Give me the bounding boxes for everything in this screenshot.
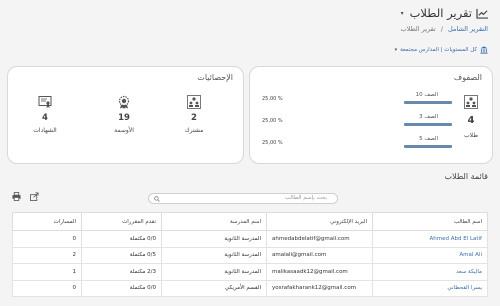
students-list-title: قائمة الطلاب bbox=[444, 172, 488, 181]
stat-badges: 19 الأوسمة bbox=[109, 95, 139, 134]
student-name-link[interactable]: ماليكة سعد bbox=[372, 263, 488, 281]
class-percentage: 25,00 % bbox=[262, 96, 283, 102]
student-search-input[interactable]: بحث بإسم الطالب bbox=[148, 193, 338, 204]
class-name: الصف 3 bbox=[419, 114, 438, 120]
column-header-course-progress[interactable]: تقدم المقررات bbox=[81, 212, 162, 231]
student-tracks: 2 bbox=[12, 246, 82, 264]
student-progress: 0/5 مكتملة bbox=[81, 246, 162, 264]
class-share-bar bbox=[404, 145, 452, 148]
breadcrumb-separator: / bbox=[440, 25, 443, 33]
class-share-bar bbox=[404, 101, 452, 104]
scope-filter-label: كل المستويات | المدارس مجتمعة bbox=[400, 47, 477, 53]
column-header-student-name[interactable]: اسم الطالب bbox=[372, 212, 488, 231]
breadcrumb-overall-report[interactable]: التقرير الشامل bbox=[448, 25, 488, 33]
stat-certificates: 4 الشهادات bbox=[30, 95, 60, 134]
student-progress: 0/0 مكتملة bbox=[81, 279, 162, 297]
student-school: القسم الأمريكي bbox=[161, 279, 267, 297]
breadcrumb: التقرير الشامل / تقرير الطلاب bbox=[400, 25, 488, 33]
statistics-card: الإحصائيات 2 مشترك 19 الأوسمة 4 الشهادات bbox=[7, 66, 244, 164]
search-icon bbox=[154, 196, 160, 202]
page-title: تقرير الطلاب bbox=[409, 6, 472, 20]
stat-value: 19 bbox=[118, 113, 130, 123]
stat-value: 4 bbox=[42, 113, 48, 123]
students-table: اسم الطالب البريد الإلكتروني اسم المدرسة… bbox=[12, 212, 488, 297]
class-percentage: 25,00 % bbox=[262, 140, 283, 146]
stat-label: مشترك bbox=[184, 127, 204, 134]
class-row: الصف 5 25,00 % bbox=[262, 136, 452, 149]
class-name: الصف 10 bbox=[415, 92, 438, 98]
student-tracks: 0 bbox=[12, 230, 82, 248]
institution-icon bbox=[480, 46, 488, 54]
table-row: ماليكة سعد malikasaadk12@gmail.com المدر… bbox=[12, 263, 488, 281]
classes-card-title: الصفوف bbox=[453, 73, 482, 82]
table-tools bbox=[12, 192, 39, 201]
column-header-email[interactable]: البريد الإلكتروني bbox=[266, 212, 373, 231]
student-school: المدرسة الثانوية bbox=[161, 246, 267, 264]
student-tracks: 1 bbox=[12, 263, 82, 281]
student-email: yosrafakharank12@gmail.com bbox=[266, 279, 373, 297]
student-email: amalali@gmail.com bbox=[266, 246, 373, 264]
students-count-label: طلاب bbox=[464, 132, 479, 139]
certificate-icon bbox=[38, 96, 52, 108]
users-icon bbox=[187, 95, 201, 109]
share-icon[interactable] bbox=[30, 192, 39, 201]
student-progress: 0/0 مكتملة bbox=[81, 230, 162, 248]
student-school: المدرسة الثانوية bbox=[161, 263, 267, 281]
page-header: تقرير الطلاب ▾ bbox=[401, 6, 489, 20]
badge-icon bbox=[118, 95, 130, 109]
class-row: الصف 10 25,00 % bbox=[262, 92, 452, 105]
classes-card: الصفوف 4 طلاب الصف 10 25,00 % الصف 3 25,… bbox=[249, 66, 493, 164]
student-tracks: 0 bbox=[12, 279, 82, 297]
table-row: Amal Ali amalali@gmail.com المدرسة الثان… bbox=[12, 246, 488, 264]
table-header-row: اسم الطالب البريد الإلكتروني اسم المدرسة… bbox=[12, 212, 488, 231]
statistics-card-title: الإحصائيات bbox=[197, 73, 233, 82]
stat-label: الشهادات bbox=[33, 127, 57, 134]
class-row: الصف 3 25,00 % bbox=[262, 114, 452, 127]
breadcrumb-current: تقرير الطلاب bbox=[400, 25, 436, 33]
title-dropdown-caret[interactable]: ▾ bbox=[401, 10, 404, 17]
students-count: 4 طلاب bbox=[458, 95, 484, 139]
search-placeholder: بحث بإسم الطالب bbox=[285, 195, 327, 201]
class-share-bar bbox=[404, 123, 452, 126]
column-header-tracks[interactable]: المسارات bbox=[12, 212, 82, 231]
scope-filter[interactable]: كل المستويات | المدارس مجتمعة ▾ bbox=[395, 46, 488, 54]
stat-subscribers: 2 مشترك bbox=[179, 95, 209, 134]
student-name-link[interactable]: Amal Ali bbox=[372, 246, 488, 264]
users-icon bbox=[464, 95, 478, 109]
student-email: ahmedabdelatif@gmail.com bbox=[266, 230, 373, 248]
table-row: يسرا القحطاني yosrafakharank12@gmail.com… bbox=[12, 279, 488, 297]
chevron-down-icon: ▾ bbox=[394, 47, 398, 53]
line-chart-icon bbox=[476, 8, 488, 19]
class-name: الصف 5 bbox=[419, 136, 438, 142]
print-icon[interactable] bbox=[12, 192, 21, 201]
students-count-value: 4 bbox=[467, 115, 475, 126]
table-row: Ahmed Abd El Latif ahmedabdelatif@gmail.… bbox=[12, 230, 488, 248]
student-email: malikasaadk12@gmail.com bbox=[266, 263, 373, 281]
class-percentage: 25,00 % bbox=[262, 118, 283, 124]
student-school: المدرسة الثانوية bbox=[161, 230, 267, 248]
student-name-link[interactable]: Ahmed Abd El Latif bbox=[372, 230, 488, 248]
student-name-link[interactable]: يسرا القحطاني bbox=[372, 279, 488, 297]
stat-value: 2 bbox=[191, 113, 197, 123]
column-header-school[interactable]: اسم المدرسة bbox=[161, 212, 267, 231]
student-progress: 2/3 مكتملة bbox=[81, 263, 162, 281]
stat-label: الأوسمة bbox=[114, 127, 134, 134]
